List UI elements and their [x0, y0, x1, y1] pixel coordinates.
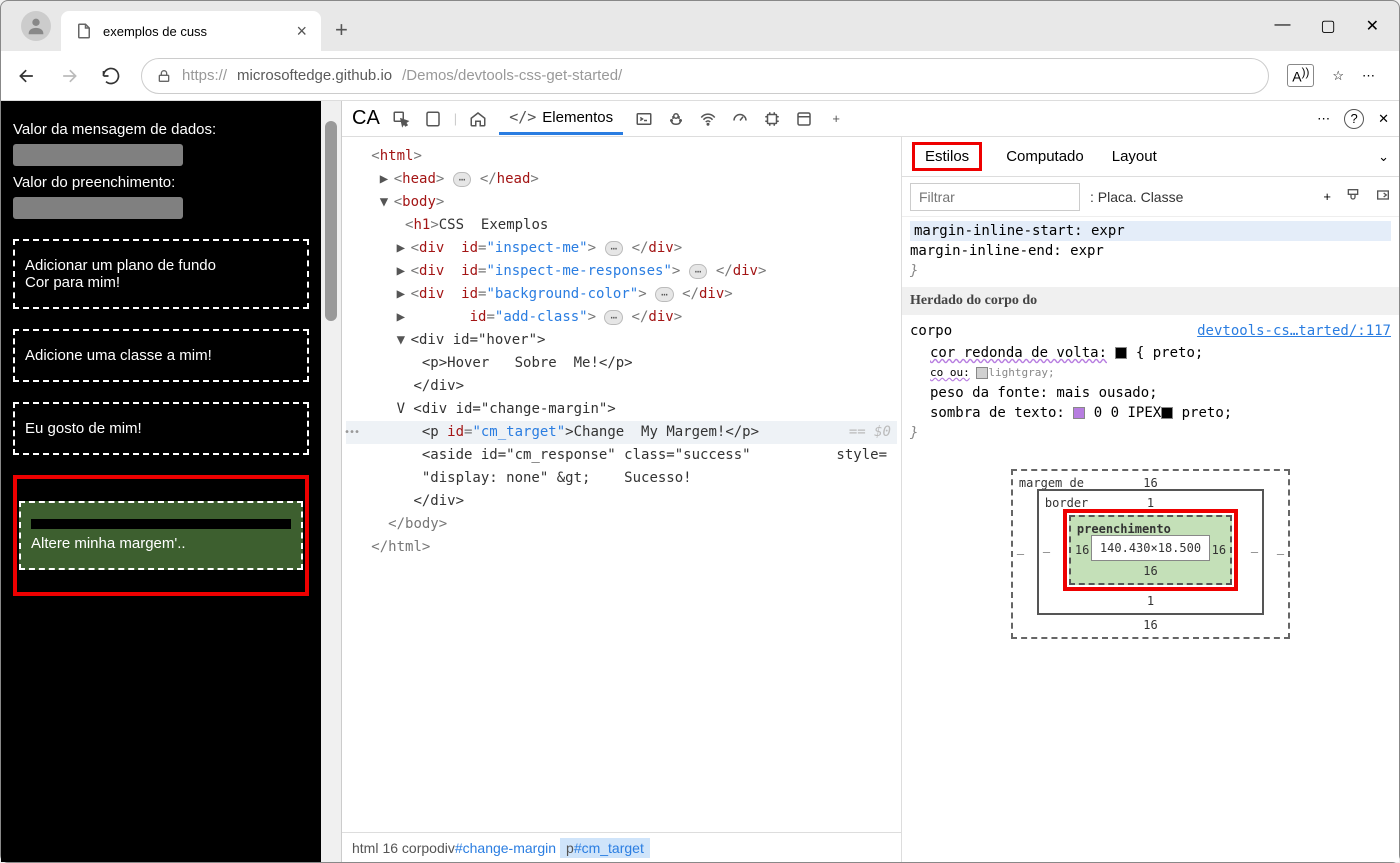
highlight-selected-element: Altere minha margem'.. — [13, 475, 309, 596]
highlight-padding: preenchimento 16 16 16 140.430×18.500 — [1063, 509, 1238, 591]
rendered-page: Valor da mensagem de dados: Valor do pre… — [1, 101, 321, 862]
minimize-button[interactable]: — — [1274, 16, 1290, 36]
lock-icon — [156, 68, 172, 84]
refresh-button[interactable] — [99, 64, 123, 88]
page-icon — [75, 22, 93, 40]
favorite-icon[interactable]: ☆ — [1332, 68, 1344, 84]
titlebar: exemplos de cuss × + — ▢ ✕ — [1, 1, 1399, 51]
performance-icon[interactable] — [729, 108, 751, 130]
browser-tab[interactable]: exemplos de cuss × — [61, 11, 321, 51]
help-icon[interactable]: ? — [1344, 109, 1364, 129]
source-link[interactable]: devtools-cs…tarted/:117 — [1197, 321, 1391, 341]
devtools-close-icon[interactable]: ✕ — [1378, 111, 1389, 127]
devtools-caption: CA — [352, 107, 380, 130]
styles-panel: Estilos Computado Layout ⌄ : Placa. Clas… — [902, 137, 1399, 862]
url-path: /Demos/devtools-css-get-started/ — [402, 67, 622, 84]
open-panel-icon[interactable] — [1375, 187, 1391, 206]
demo-box-change-margin[interactable]: Altere minha margem'.. — [19, 501, 303, 570]
new-style-rule-icon[interactable]: + — [1323, 189, 1331, 204]
device-toggle-icon[interactable] — [422, 108, 444, 130]
selected-dom-node[interactable]: <p id="cm_target">Change My Margem!</p>=… — [346, 421, 897, 444]
url-input[interactable]: https:// microsoftedge.github.io/Demos/de… — [141, 58, 1269, 94]
profile-icon[interactable] — [21, 11, 51, 41]
tab-styles[interactable]: Estilos — [912, 142, 982, 171]
new-tab-button[interactable]: + — [335, 17, 348, 43]
back-button[interactable] — [15, 64, 39, 88]
selector[interactable]: corpo — [910, 321, 952, 341]
more-menu-icon[interactable]: ⋯ — [1362, 68, 1375, 84]
url-host: microsoftedge.github.io — [237, 67, 392, 84]
tab-computed[interactable]: Computado — [1002, 142, 1088, 171]
demo-box-hover[interactable]: Eu gosto de mim! — [13, 402, 309, 455]
crumb-html[interactable]: html — [352, 840, 378, 856]
tab-layout[interactable]: Layout — [1108, 142, 1161, 171]
read-aloud-icon[interactable]: A)) — [1287, 64, 1314, 87]
crumb-selected[interactable]: p#cm_target — [560, 838, 650, 858]
styles-filter-input[interactable] — [910, 183, 1080, 211]
url-protocol: https:// — [182, 67, 227, 84]
padding-value-label: Valor do preenchimento: — [13, 174, 309, 191]
close-tab-icon[interactable]: × — [296, 21, 307, 42]
padding-value-input[interactable] — [13, 197, 183, 219]
data-value-label: Valor da mensagem de dados: — [13, 121, 309, 138]
inherited-header: Herdado do corpo do — [902, 287, 1399, 315]
inspect-icon[interactable] — [390, 108, 412, 130]
more-tabs-icon[interactable]: + — [825, 108, 847, 130]
network-icon[interactable] — [697, 108, 719, 130]
maximize-button[interactable]: ▢ — [1320, 16, 1335, 36]
dom-tree[interactable]: <html> ▶<head> ⋯ </head> ▼<body> <h1>CSS… — [342, 137, 901, 832]
box-model[interactable]: margem de 16 16 – – border 1 1 – — [910, 449, 1391, 659]
sources-icon[interactable] — [665, 108, 687, 130]
welcome-icon[interactable] — [467, 108, 489, 130]
devtools-more-icon[interactable]: ⋯ — [1317, 111, 1330, 127]
class-toggle-label[interactable]: : Placa. Classe — [1090, 189, 1183, 205]
tab-title: exemplos de cuss — [103, 24, 207, 39]
devtools-toolbar: CA | </> Elementos + ⋯ ? ✕ — [342, 101, 1399, 137]
expand-styles-icon[interactable]: ⌄ — [1378, 149, 1389, 165]
data-value-input[interactable] — [13, 144, 183, 166]
devtools: CA | </> Elementos + ⋯ ? ✕ — [341, 101, 1399, 862]
paint-brush-icon[interactable] — [1345, 187, 1361, 206]
dom-panel: <html> ▶<head> ⋯ </head> ▼<body> <h1>CSS… — [342, 137, 902, 862]
demo-box-background[interactable]: Adicionar um plano de fundo Cor para mim… — [13, 239, 309, 309]
tab-elements[interactable]: </> Elementos — [499, 102, 623, 135]
application-icon[interactable] — [793, 108, 815, 130]
style-rule-highlighted[interactable]: margin-inline-start: expr — [910, 221, 1391, 241]
demo-box-addclass[interactable]: Adicione uma classe a mim! — [13, 329, 309, 382]
console-icon[interactable] — [633, 108, 655, 130]
close-window-button[interactable]: ✕ — [1366, 16, 1379, 36]
page-scrollbar[interactable] — [321, 101, 341, 862]
memory-icon[interactable] — [761, 108, 783, 130]
forward-button[interactable] — [57, 64, 81, 88]
address-bar: https:// microsoftedge.github.io/Demos/de… — [1, 51, 1399, 101]
dom-breadcrumb[interactable]: html 16 corpodiv#change-margin p#cm_targ… — [342, 832, 901, 862]
crumb-body[interactable]: 16 corpodiv#change-margin — [382, 840, 556, 856]
